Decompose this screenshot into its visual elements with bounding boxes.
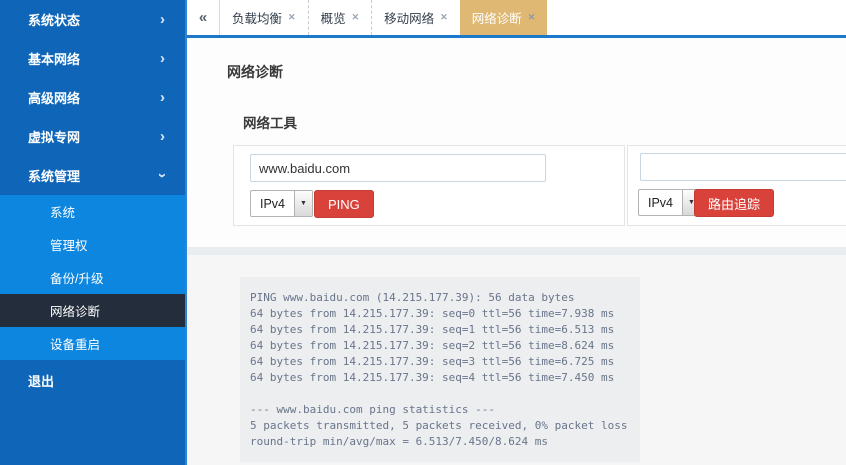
sidebar-item-label: 高级网络 xyxy=(28,88,80,107)
close-tab-icon[interactable]: ✕ xyxy=(528,13,536,22)
traceroute-button[interactable]: 路由追踪 xyxy=(694,189,774,217)
section-divider xyxy=(187,247,846,255)
logout-label: 退出 xyxy=(28,371,54,390)
ip-version-value: IPv4 xyxy=(251,191,294,216)
submenu-item-label: 备份/升级 xyxy=(50,268,103,287)
sidebar-item-label: 虚拟专网 xyxy=(28,127,80,146)
sidebar-item-logout[interactable]: 退出 xyxy=(0,360,185,400)
network-admin-app: 系统状态 › 基本网络 › 高级网络 › 虚拟专网 › 系统管理 › 系统 管理… xyxy=(0,0,846,465)
submenu-item-label: 网络诊断 xyxy=(50,301,100,320)
main-content: « 负载均衡 ✕ 概览 ✕ 移动网络 ✕ 网络诊断 ✕ 网络诊断 网络工具 xyxy=(187,0,846,465)
ping-ip-version-select[interactable]: IPv4 ▼ xyxy=(250,190,313,217)
submenu-item-label: 系统 xyxy=(50,202,75,221)
tab-label: 负载均衡 xyxy=(232,8,282,27)
ping-tool-panel: IPv4 ▼ PING xyxy=(233,145,625,226)
submenu-item-network-diagnosis[interactable]: 网络诊断 xyxy=(0,294,185,327)
ping-output-text: PING www.baidu.com (14.215.177.39): 56 d… xyxy=(240,277,640,462)
sidebar-item-label: 系统状态 xyxy=(28,10,80,29)
traceroute-tool-panel: IPv4 ▼ 路由追踪 xyxy=(627,145,846,226)
sidebar-item-label: 系统管理 xyxy=(28,166,80,185)
sidebar-item-advanced-network[interactable]: 高级网络 › xyxy=(0,78,185,117)
chevron-right-icon: › xyxy=(160,129,165,144)
traceroute-ip-version-select[interactable]: IPv4 ▼ xyxy=(638,189,701,216)
tab-network-diagnosis[interactable]: 网络诊断 ✕ xyxy=(460,0,548,35)
ip-version-value: IPv4 xyxy=(639,190,682,215)
submenu-item-label: 设备重启 xyxy=(50,334,100,353)
chevron-right-icon: › xyxy=(160,51,165,66)
tab-bar: « 负载均衡 ✕ 概览 ✕ 移动网络 ✕ 网络诊断 ✕ xyxy=(187,0,846,38)
sidebar-item-label: 基本网络 xyxy=(28,49,80,68)
sidebar-item-system-management[interactable]: 系统管理 › xyxy=(0,156,185,195)
submenu-item-device-restart[interactable]: 设备重启 xyxy=(0,327,185,360)
double-left-arrow-icon: « xyxy=(199,9,207,26)
tab-label: 移动网络 xyxy=(384,8,434,27)
tab-label: 概览 xyxy=(321,8,346,27)
ping-button[interactable]: PING xyxy=(314,190,374,218)
network-tools-section-title: 网络工具 xyxy=(243,112,297,132)
close-tab-icon[interactable]: ✕ xyxy=(352,13,360,22)
ping-output-console: PING www.baidu.com (14.215.177.39): 56 d… xyxy=(240,277,640,462)
sidebar-item-system-status[interactable]: 系统状态 › xyxy=(0,0,185,39)
sidebar-item-basic-network[interactable]: 基本网络 › xyxy=(0,39,185,78)
submenu-item-admin-rights[interactable]: 管理权 xyxy=(0,228,185,261)
tab-overview[interactable]: 概览 ✕ xyxy=(308,0,372,35)
dropdown-caret-icon[interactable]: ▼ xyxy=(294,191,312,216)
close-tab-icon[interactable]: ✕ xyxy=(440,13,448,22)
chevron-down-icon: › xyxy=(155,173,170,178)
sidebar-item-vpn[interactable]: 虚拟专网 › xyxy=(0,117,185,156)
chevron-right-icon: › xyxy=(160,90,165,105)
sidebar: 系统状态 › 基本网络 › 高级网络 › 虚拟专网 › 系统管理 › 系统 管理… xyxy=(0,0,187,465)
tab-label: 网络诊断 xyxy=(472,8,522,27)
system-management-submenu: 系统 管理权 备份/升级 网络诊断 设备重启 xyxy=(0,195,185,360)
page-title: 网络诊断 xyxy=(227,62,283,82)
tab-load-balance[interactable]: 负载均衡 ✕ xyxy=(220,0,308,35)
traceroute-host-input[interactable] xyxy=(640,153,846,181)
ping-host-input[interactable] xyxy=(250,154,546,182)
submenu-item-backup-upgrade[interactable]: 备份/升级 xyxy=(0,261,185,294)
submenu-item-label: 管理权 xyxy=(50,235,88,254)
tab-mobile-network[interactable]: 移动网络 ✕ xyxy=(371,0,460,35)
collapse-tabs-button[interactable]: « xyxy=(187,0,220,35)
chevron-right-icon: › xyxy=(160,12,165,27)
submenu-item-system[interactable]: 系统 xyxy=(0,195,185,228)
close-tab-icon[interactable]: ✕ xyxy=(288,13,296,22)
results-section: PING www.baidu.com (14.215.177.39): 56 d… xyxy=(187,255,846,465)
